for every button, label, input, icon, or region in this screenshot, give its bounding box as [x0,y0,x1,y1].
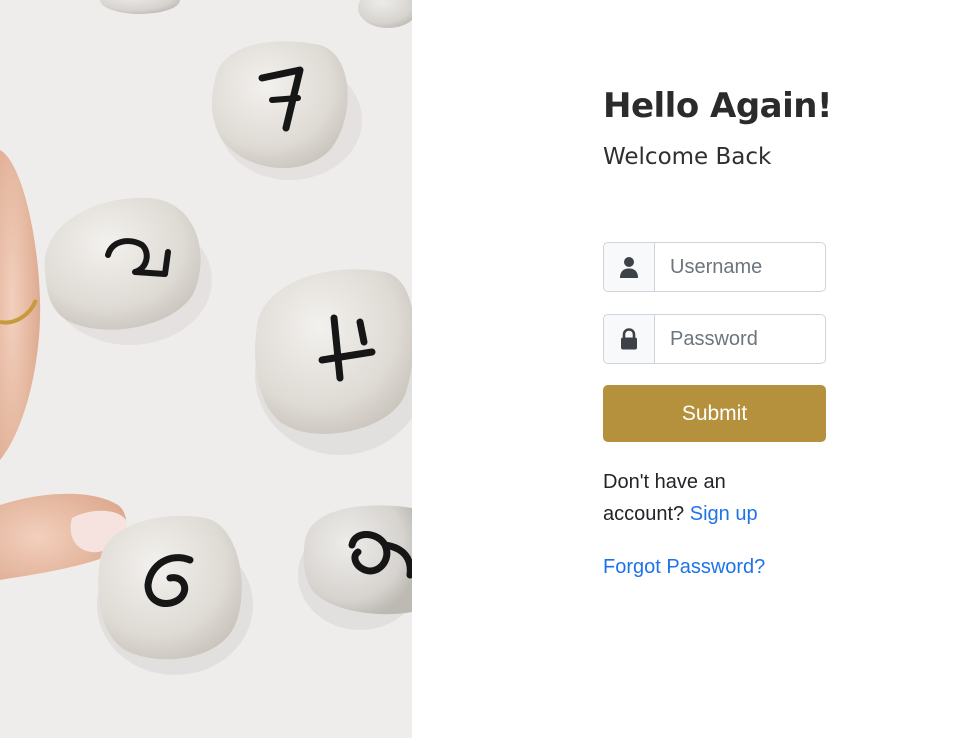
user-icon [604,243,655,291]
username-field-group [603,242,826,292]
username-input[interactable] [655,243,825,291]
signup-prompt: Don't have an account? Sign up [603,466,803,530]
hero-image [0,0,412,738]
password-input[interactable] [655,315,825,363]
submit-button[interactable]: Submit [603,385,826,442]
forgot-password-link[interactable]: Forgot Password? [603,551,765,583]
lock-icon [604,315,655,363]
signup-link[interactable]: Sign up [690,503,758,525]
login-subtitle: Welcome Back [603,144,772,170]
password-field-group [603,314,826,364]
login-title: Hello Again! [603,86,832,126]
